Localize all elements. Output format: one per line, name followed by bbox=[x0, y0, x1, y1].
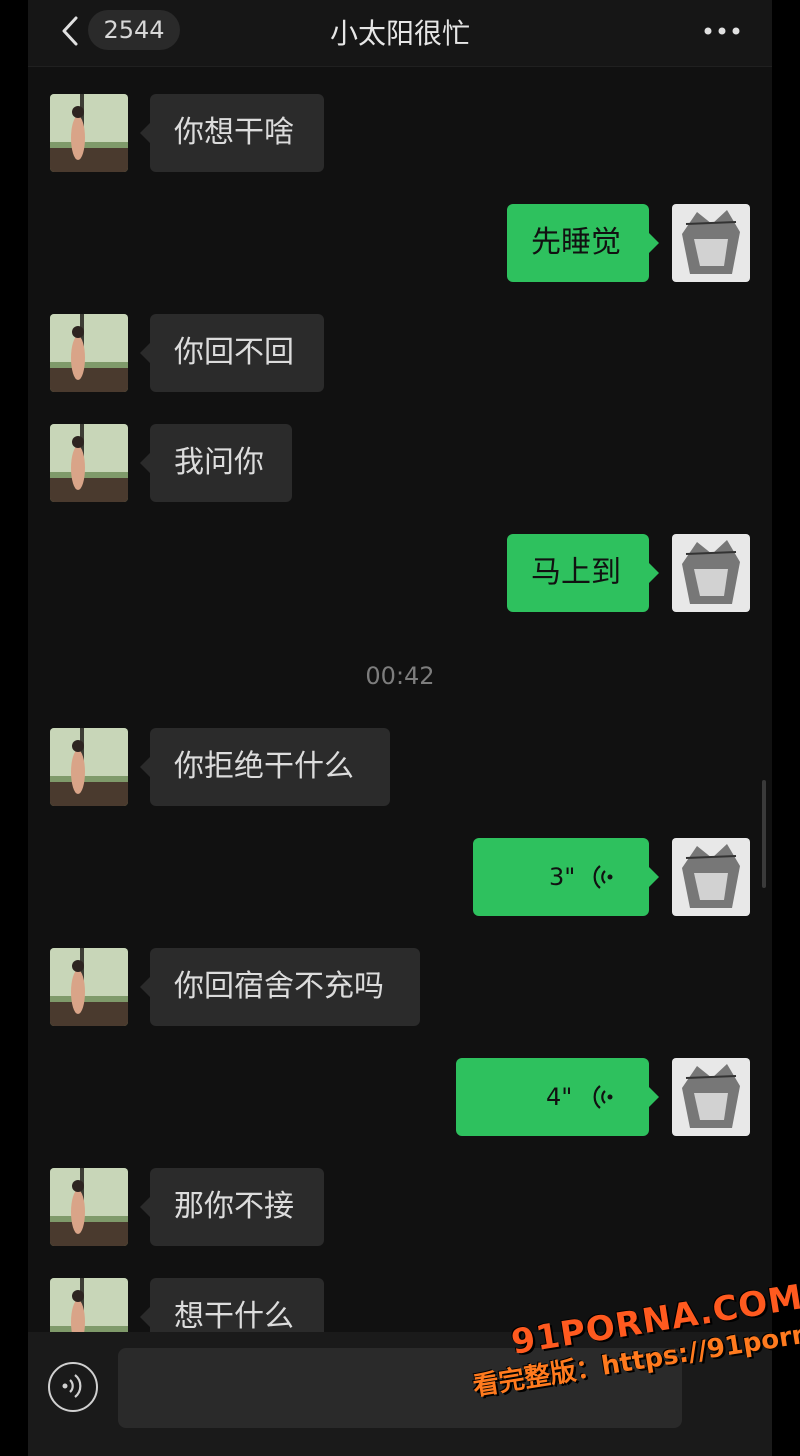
voice-message-bubble[interactable]: 3" bbox=[473, 838, 659, 916]
voice-duration: 3" bbox=[549, 863, 576, 891]
self-avatar[interactable] bbox=[672, 838, 750, 916]
voice-wave-icon bbox=[593, 865, 613, 889]
self-avatar[interactable] bbox=[672, 1058, 750, 1136]
header-divider bbox=[28, 66, 772, 67]
message-bubble-outgoing[interactable]: 马上到 bbox=[507, 534, 659, 612]
message-bubble-incoming[interactable]: 我问你 bbox=[140, 424, 292, 502]
message-bubble-incoming[interactable]: 你回不回 bbox=[140, 314, 324, 392]
message-bubble-incoming[interactable]: 你想干啥 bbox=[140, 94, 324, 172]
self-avatar[interactable] bbox=[672, 534, 750, 612]
self-avatar[interactable] bbox=[672, 204, 750, 282]
message-bubble-outgoing[interactable]: 先睡觉 bbox=[507, 204, 659, 282]
chat-title: 小太阳很忙 bbox=[329, 17, 470, 50]
voice-duration: 4" bbox=[546, 1083, 573, 1111]
voice-wave-icon bbox=[593, 1085, 613, 1109]
contact-avatar[interactable] bbox=[50, 1168, 128, 1246]
more-dots-icon[interactable] bbox=[702, 26, 742, 36]
chat-screen: 2544 小太阳很忙 你想干啥 先睡觉 你回不回 我问你 马上到 00:42 你… bbox=[28, 0, 772, 1456]
contact-avatar[interactable] bbox=[50, 728, 128, 806]
chat-header: 2544 小太阳很忙 bbox=[28, 0, 772, 66]
message-bubble-incoming[interactable]: 你拒绝干什么 bbox=[140, 728, 390, 806]
contact-avatar[interactable] bbox=[50, 948, 128, 1026]
message-bubble-incoming[interactable]: 那你不接 bbox=[140, 1168, 324, 1246]
contact-avatar[interactable] bbox=[50, 314, 128, 392]
contact-avatar[interactable] bbox=[50, 424, 128, 502]
chat-timestamp: 00:42 bbox=[365, 662, 435, 690]
scrollbar[interactable] bbox=[762, 780, 766, 888]
contact-avatar[interactable] bbox=[50, 94, 128, 172]
voice-wave-icon bbox=[62, 1374, 82, 1398]
voice-message-bubble[interactable]: 4" bbox=[456, 1058, 659, 1136]
message-bubble-incoming[interactable]: 你回宿舍不充吗 bbox=[140, 948, 420, 1026]
voice-toggle-button[interactable] bbox=[48, 1362, 98, 1412]
